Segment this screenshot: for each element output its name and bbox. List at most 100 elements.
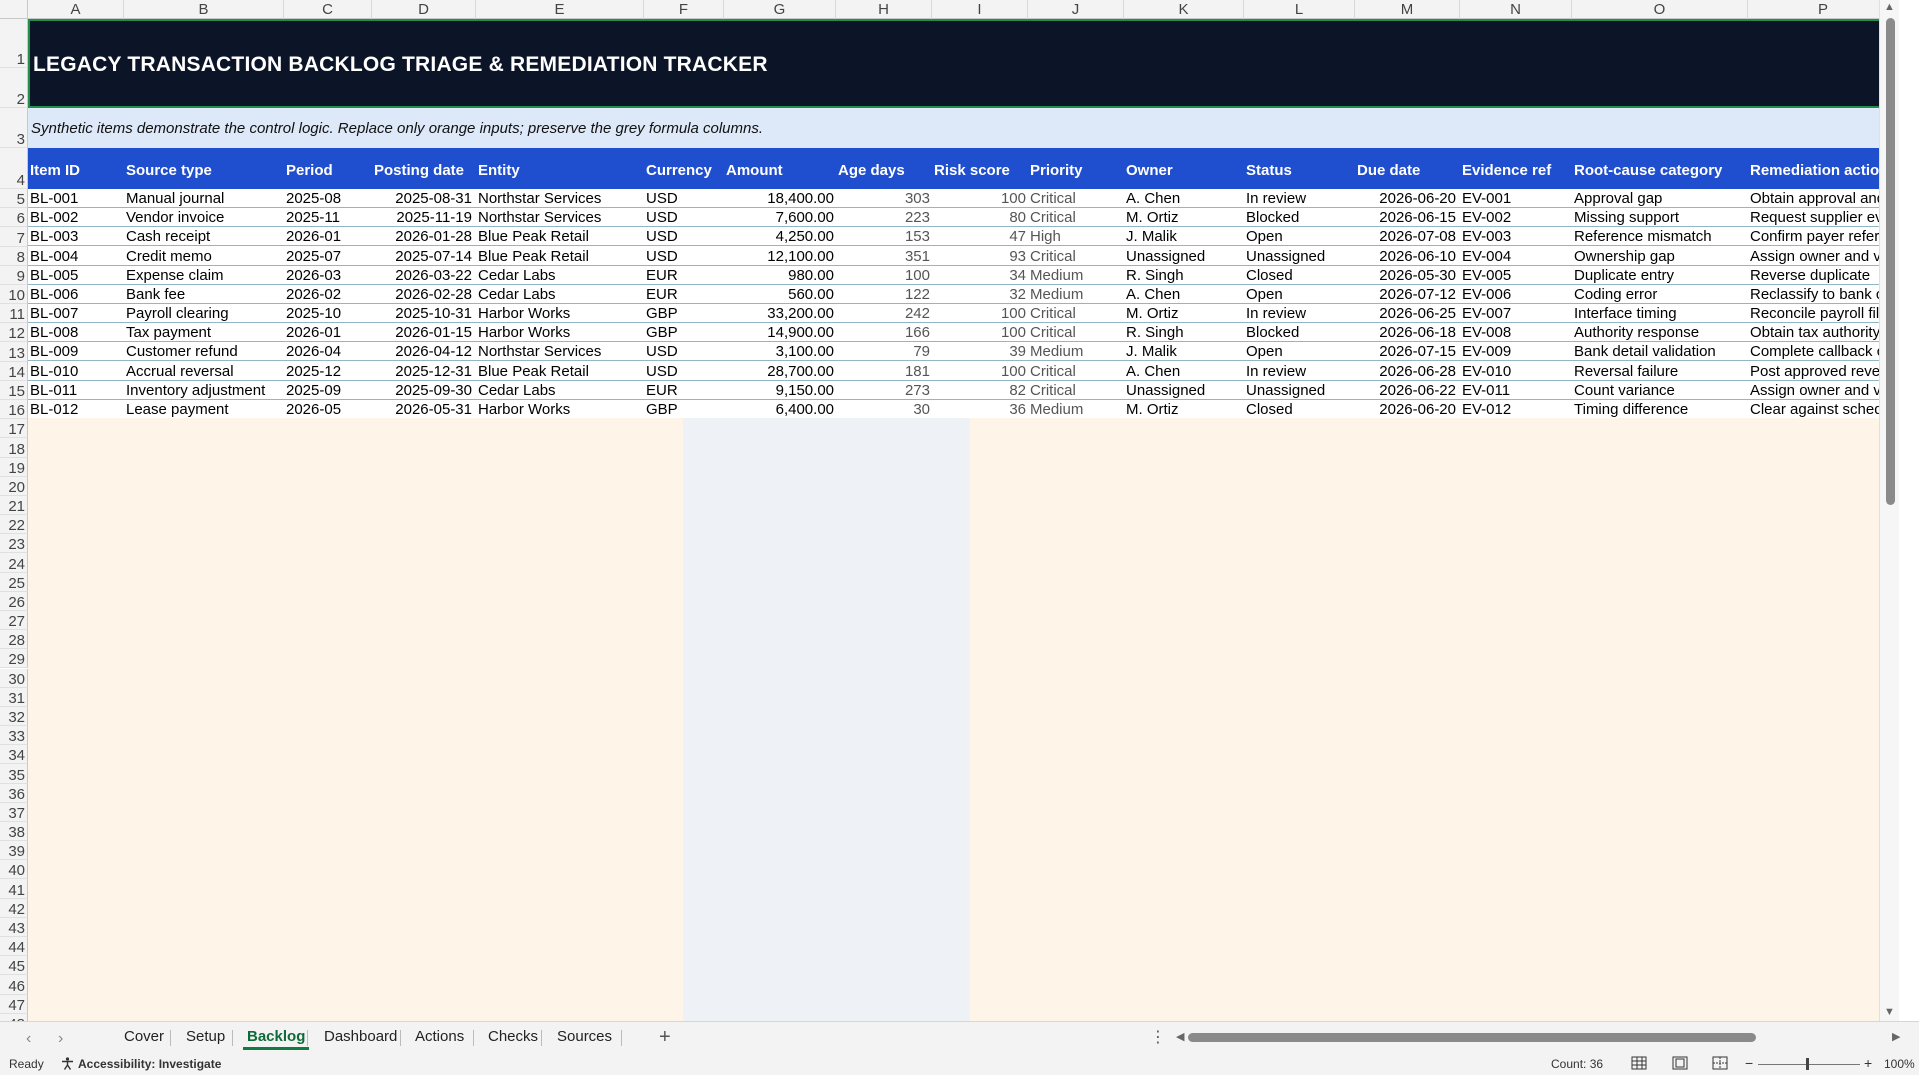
table-cell[interactable]: USD [646,363,724,380]
table-cell[interactable]: BL-011 [30,382,124,399]
column-header-g[interactable]: G [724,0,836,19]
table-cell[interactable]: 80 [932,209,1026,226]
table-cell[interactable]: 560.00 [724,286,834,303]
table-cell[interactable]: Coding error [1574,286,1748,303]
table-cell[interactable]: 100 [932,324,1026,341]
scroll-left-icon[interactable]: ◀ [1176,1030,1184,1043]
row-header-38[interactable]: 38 [0,821,28,842]
table-cell[interactable]: 30 [836,401,930,418]
table-cell[interactable]: Reconcile payroll file [1750,305,1897,322]
table-cell[interactable]: Critical [1030,363,1124,380]
table-cell[interactable]: Blue Peak Retail [478,363,644,380]
more-options-icon[interactable]: ⋮ [1150,1027,1166,1047]
row-header-15[interactable]: 15 [0,380,28,400]
table-cell[interactable]: Open [1246,286,1355,303]
table-cell[interactable]: EV-005 [1462,267,1572,284]
table-cell[interactable]: In review [1246,190,1355,207]
table-cell[interactable]: 166 [836,324,930,341]
table-cell[interactable]: EV-006 [1462,286,1572,303]
table-cell[interactable]: Cash receipt [126,228,284,245]
table-cell[interactable]: 2025-10 [286,305,372,322]
row-header-12[interactable]: 12 [0,323,28,343]
tab-next-icon[interactable]: › [58,1030,63,1048]
table-cell[interactable]: 2026-01-28 [372,228,472,245]
column-header-e[interactable]: E [476,0,644,19]
table-cell[interactable]: Medium [1030,286,1124,303]
select-all-corner[interactable] [0,0,28,19]
row-header-23[interactable]: 23 [0,534,28,554]
table-cell[interactable]: 2025-08 [286,190,372,207]
row-header-14[interactable]: 14 [0,361,28,381]
table-cell[interactable]: Closed [1246,401,1355,418]
table-cell[interactable]: 2025-11 [286,209,372,226]
column-header-f[interactable]: F [644,0,724,19]
table-cell[interactable]: Cedar Labs [478,286,644,303]
table-cell[interactable]: USD [646,343,724,360]
table-cell[interactable]: 153 [836,228,930,245]
column-header-b[interactable]: B [124,0,284,19]
column-heading[interactable]: Evidence ref [1462,162,1551,179]
sheet-tab-cover[interactable]: Cover [120,1028,168,1045]
table-cell[interactable]: BL-003 [30,228,124,245]
row-header-1[interactable]: 1 [0,19,28,68]
zoom-in-button[interactable]: + [1864,1055,1872,1071]
table-header-row[interactable]: Item ID Source type Period Posting date Enti… [28,148,1899,189]
table-cell[interactable]: Inventory adjustment [126,382,284,399]
table-cell[interactable]: 7,600.00 [724,209,834,226]
row-header-44[interactable]: 44 [0,937,28,957]
table-cell[interactable]: 2026-06-18 [1355,324,1456,341]
zoom-level[interactable]: 100% [1884,1057,1915,1071]
table-cell[interactable]: Medium [1030,401,1124,418]
column-header-p[interactable]: P [1748,0,1899,19]
table-cell[interactable]: GBP [646,305,724,322]
table-cell[interactable]: 2025-07-14 [372,248,472,265]
table-cell[interactable]: 2026-03 [286,267,372,284]
table-cell[interactable]: Northstar Services [478,190,644,207]
table-cell[interactable]: Customer refund [126,343,284,360]
scroll-down-icon[interactable]: ▼ [1884,1006,1895,1018]
table-cell[interactable]: J. Malik [1126,343,1244,360]
row-header-10[interactable]: 10 [0,284,28,305]
table-cell[interactable]: Critical [1030,190,1124,207]
row-header-25[interactable]: 25 [0,572,28,592]
table-cell[interactable]: 2026-05-30 [1355,267,1456,284]
accessibility-icon[interactable] [61,1057,74,1071]
horizontal-scrollbar[interactable]: ◀ ▶ [1176,1031,1904,1045]
table-cell[interactable]: Critical [1030,382,1124,399]
sheet-tab-backlog[interactable]: Backlog [243,1028,310,1050]
table-cell[interactable]: Harbor Works [478,401,644,418]
table-cell[interactable]: 2026-01 [286,228,372,245]
column-header-j[interactable]: J [1028,0,1124,19]
table-cell[interactable]: R. Singh [1126,324,1244,341]
table-cell[interactable]: EV-001 [1462,190,1572,207]
table-cell[interactable]: Unassigned [1126,382,1244,399]
table-cell[interactable]: Vendor invoice [126,209,284,226]
row-header-17[interactable]: 17 [0,419,28,439]
row-header-41[interactable]: 41 [0,879,28,899]
table-cell[interactable]: Bank detail validation [1574,343,1748,360]
row-header-48[interactable]: 48 [0,1013,28,1021]
table-cell[interactable]: Harbor Works [478,305,644,322]
column-heading[interactable]: Risk score [934,162,1010,179]
column-header-d[interactable]: D [372,0,476,19]
row-header-3[interactable]: 3 [0,108,28,148]
table-cell[interactable]: Count variance [1574,382,1748,399]
table-cell[interactable]: 2025-12-31 [372,363,472,380]
table-cell[interactable]: EV-012 [1462,401,1572,418]
column-heading[interactable]: Priority [1030,162,1083,179]
row-header-8[interactable]: 8 [0,246,28,266]
table-cell[interactable]: Reverse duplicate [1750,267,1897,284]
row-header-22[interactable]: 22 [0,515,28,535]
table-cell[interactable]: Open [1246,228,1355,245]
table-cell[interactable]: R. Singh [1126,267,1244,284]
table-cell[interactable]: Obtain tax authority co [1750,324,1897,341]
table-cell[interactable]: 2026-06-25 [1355,305,1456,322]
row-header-45[interactable]: 45 [0,956,28,976]
table-cell[interactable]: BL-010 [30,363,124,380]
row-header-43[interactable]: 43 [0,917,28,937]
accessibility-status[interactable]: Accessibility: Investigate [78,1057,221,1071]
column-heading[interactable]: Item ID [30,162,80,179]
column-header-h[interactable]: H [836,0,932,19]
table-cell[interactable]: 2026-05 [286,401,372,418]
table-cell[interactable]: 2025-12 [286,363,372,380]
